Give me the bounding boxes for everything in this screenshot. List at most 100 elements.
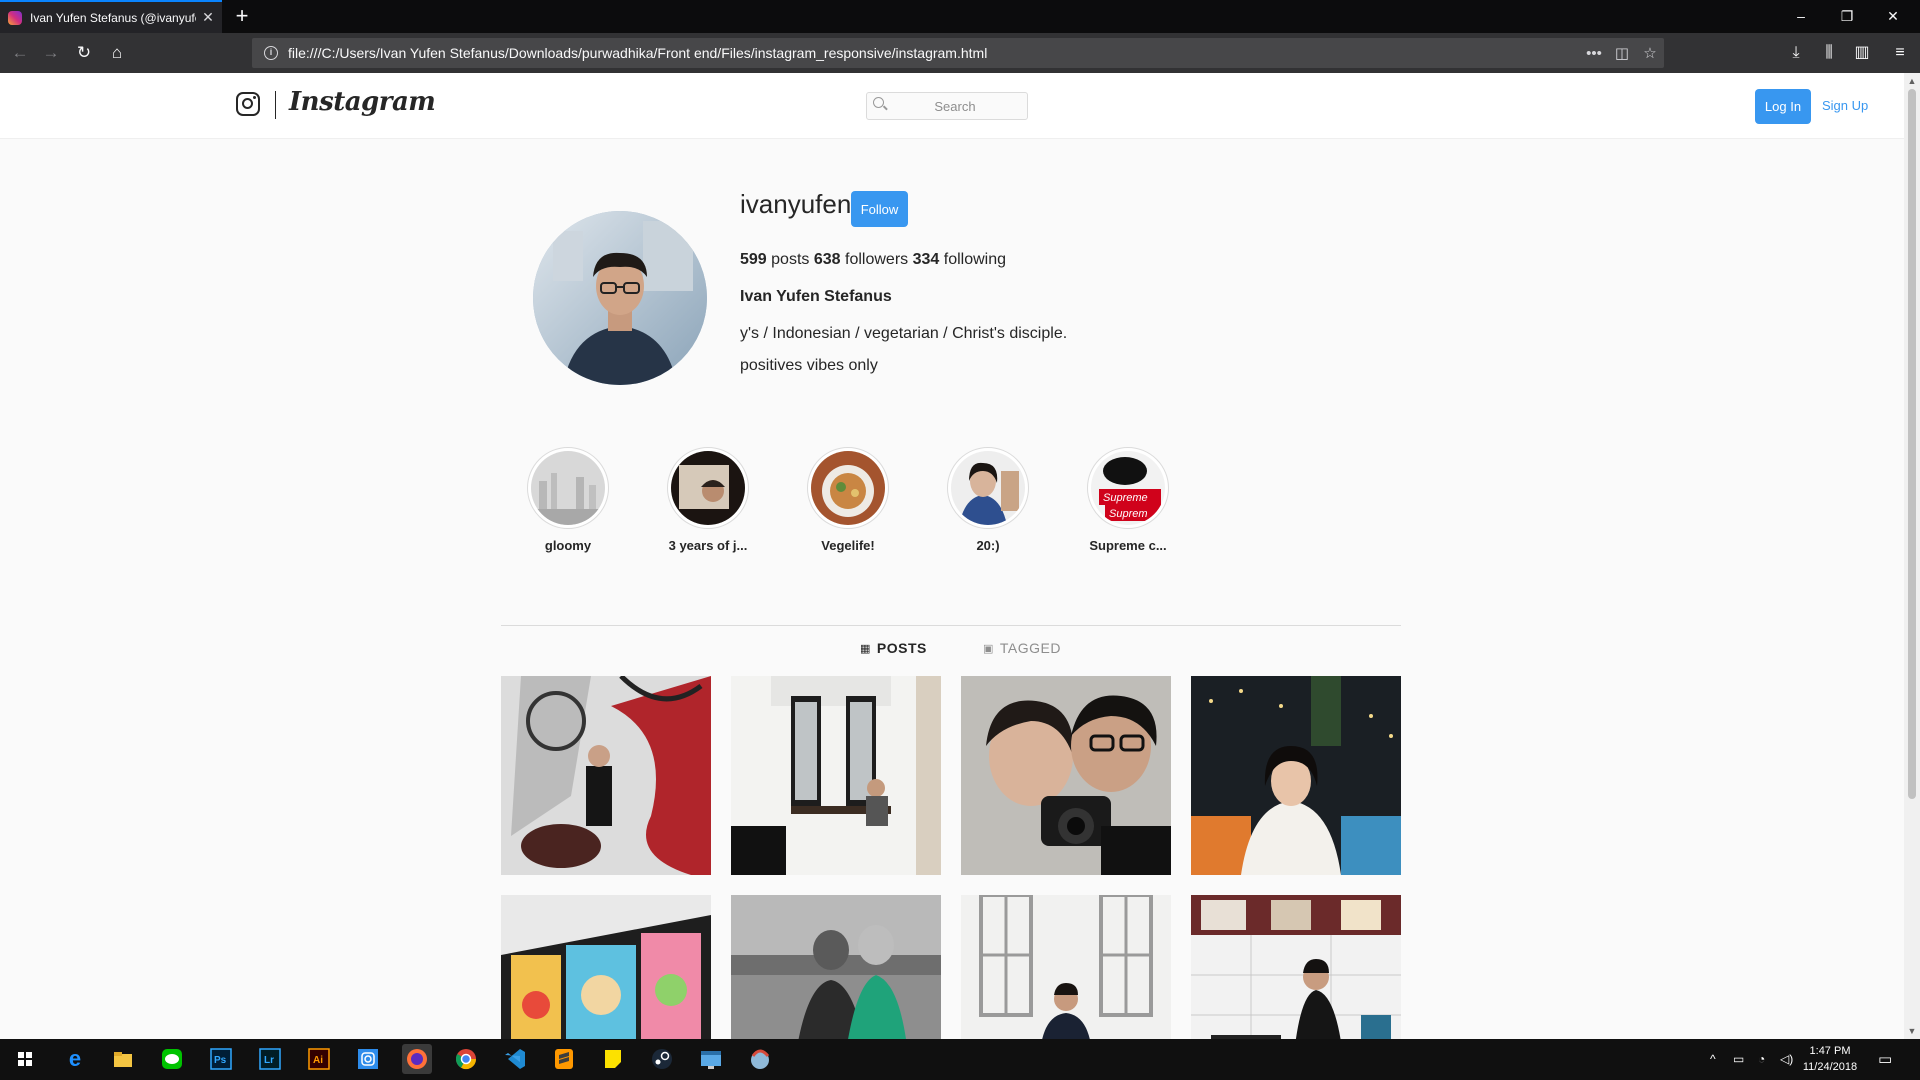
volume-icon[interactable]: ◁) [1780, 1039, 1793, 1080]
close-window-icon[interactable]: ✕ [1870, 0, 1916, 33]
menu-hamburger-icon[interactable]: ≡ [1886, 39, 1914, 67]
search-box[interactable] [866, 92, 1028, 120]
posts-label: posts [771, 251, 810, 268]
restore-icon[interactable]: ❐ [1824, 0, 1870, 33]
post-tile[interactable] [961, 895, 1171, 1039]
profile-divider [501, 625, 1401, 626]
chrome-icon[interactable] [451, 1044, 481, 1074]
post-tile[interactable] [731, 895, 941, 1039]
url-text[interactable]: file:///C:/Users/Ivan Yufen Stefanus/Dow… [288, 45, 1580, 61]
follow-button[interactable]: Follow [851, 191, 908, 227]
vscode-icon[interactable] [500, 1044, 530, 1074]
following-label[interactable]: following [944, 251, 1006, 268]
highlight-label: gloomy [544, 538, 592, 553]
highlight-thumbnail [951, 451, 1025, 525]
highlight-label: 20:) [976, 538, 1000, 553]
profile-stats: 599 posts 638 followers 334 following [740, 251, 1006, 269]
post-tile[interactable] [731, 676, 941, 875]
post-tile[interactable] [501, 895, 711, 1039]
line-app-icon[interactable] [157, 1044, 187, 1074]
followers-label[interactable]: followers [845, 251, 908, 268]
post-tile[interactable] [1191, 676, 1401, 875]
highlight-20[interactable]: 20:) [928, 447, 1048, 553]
site-info-icon[interactable]: i [264, 46, 278, 60]
windows-taskbar: e Ps Lr Ai ^ ▭ ◔ ◁) 1:47 PM 11/24/2018 ▭ [0, 1039, 1920, 1080]
illustrator-label: Ai [313, 1055, 323, 1066]
highlight-label: 3 years of j... [668, 538, 748, 553]
profile-full-name: Ivan Yufen Stefanus [740, 288, 892, 305]
browser-tab[interactable]: Ivan Yufen Stefanus (@ivanyufen) ✕ [0, 0, 222, 33]
post-tile[interactable] [1191, 895, 1401, 1039]
tab-tagged[interactable]: ▣ TAGGED [983, 640, 1061, 656]
photoshop-icon[interactable]: Ps [206, 1044, 236, 1074]
page-viewport: Instagram Log In Sign Up ivan [0, 73, 1904, 1039]
illustrator-icon[interactable]: Ai [304, 1044, 334, 1074]
windows-start-icon[interactable] [10, 1044, 40, 1074]
bookmark-star-icon[interactable]: ☆ [1636, 44, 1664, 62]
sticky-notes-icon[interactable] [598, 1044, 628, 1074]
photoshop-label: Ps [214, 1055, 227, 1066]
library-icon[interactable]: ⫼ [1815, 39, 1843, 67]
tab-posts-label: POSTS [876, 640, 927, 656]
clock-date: 11/24/2018 [1802, 1061, 1858, 1073]
file-explorer-icon[interactable] [108, 1044, 138, 1074]
forward-arrow-icon[interactable]: → [37, 39, 65, 67]
tab-title: Ivan Yufen Stefanus (@ivanyufen) [30, 10, 196, 25]
back-arrow-icon[interactable]: ← [6, 39, 34, 67]
lightroom-label: Lr [264, 1055, 274, 1066]
profile-avatar[interactable] [533, 211, 707, 385]
new-tab-button[interactable]: + [230, 3, 254, 29]
scroll-down-arrow-icon[interactable]: ▼ [1904, 1023, 1920, 1039]
followers-count[interactable]: 638 [814, 251, 841, 268]
search-icon [873, 97, 884, 108]
minimize-icon[interactable]: – [1778, 0, 1824, 33]
steam-icon[interactable] [647, 1044, 677, 1074]
action-center-icon[interactable]: ▭ [1878, 1039, 1892, 1080]
sidebar-icon[interactable]: ▥ [1848, 39, 1876, 67]
lightroom-icon[interactable]: Lr [255, 1044, 285, 1074]
highlight-vegelife[interactable]: Vegelife! [788, 447, 908, 553]
highlight-thumbnail [671, 451, 745, 525]
profile-bio-line-1: y's / Indonesian / vegetarian / Christ's… [740, 325, 1068, 342]
page-scrollbar[interactable]: ▲ ▼ [1904, 73, 1920, 1039]
scroll-up-arrow-icon[interactable]: ▲ [1904, 73, 1920, 89]
show-hidden-icons[interactable]: ^ [1710, 1039, 1716, 1080]
scrollbar-thumb[interactable] [1908, 89, 1916, 799]
desktop-app-icon[interactable] [696, 1044, 726, 1074]
highlight-label: Vegelife! [821, 538, 875, 553]
system-clock[interactable]: 1:47 PM 11/24/2018 [1795, 1043, 1865, 1075]
login-button[interactable]: Log In [1755, 89, 1811, 124]
edge-icon[interactable]: e [60, 1044, 90, 1074]
instagram-logo-wordmark[interactable]: Instagram [289, 87, 436, 117]
profile-username: ivanyufen [740, 189, 852, 219]
highlight-gloomy[interactable]: gloomy [508, 447, 628, 553]
clock-time: 1:47 PM [1809, 1045, 1851, 1057]
tab-posts[interactable]: ▦ POSTS [860, 640, 927, 656]
tag-icon: ▣ [983, 642, 994, 655]
highlight-supreme[interactable]: Supreme Suprem Supreme c... [1068, 447, 1188, 553]
tab-close-icon[interactable]: ✕ [202, 9, 214, 26]
page-actions-icon[interactable]: ••• [1580, 45, 1608, 62]
post-tile[interactable] [961, 676, 1171, 875]
profile-bio-line-2: positives vibes only [740, 357, 878, 374]
downloads-icon[interactable]: ⤓ [1782, 39, 1810, 67]
battery-icon[interactable]: ▭ [1733, 1039, 1744, 1080]
instagram-app-icon[interactable] [353, 1044, 383, 1074]
highlight-thumbnail [531, 451, 605, 525]
post-tile[interactable] [501, 676, 711, 875]
address-bar[interactable]: i file:///C:/Users/Ivan Yufen Stefanus/D… [252, 38, 1664, 68]
signup-link[interactable]: Sign Up [1822, 98, 1868, 113]
game-app-icon[interactable] [745, 1044, 775, 1074]
highlight-3-years[interactable]: 3 years of j... [648, 447, 768, 553]
posts-count: 599 [740, 251, 767, 268]
firefox-icon[interactable] [402, 1044, 432, 1074]
search-input[interactable] [887, 94, 1023, 118]
grid-icon: ▦ [860, 642, 871, 655]
following-count[interactable]: 334 [913, 251, 940, 268]
reload-icon[interactable]: ↻ [70, 39, 98, 67]
wifi-icon[interactable]: ◔ [1758, 1039, 1765, 1080]
pocket-icon[interactable]: ◫ [1608, 44, 1636, 62]
instagram-camera-icon[interactable] [236, 92, 260, 116]
home-icon[interactable]: ⌂ [103, 39, 131, 67]
sublime-text-icon[interactable] [549, 1044, 579, 1074]
